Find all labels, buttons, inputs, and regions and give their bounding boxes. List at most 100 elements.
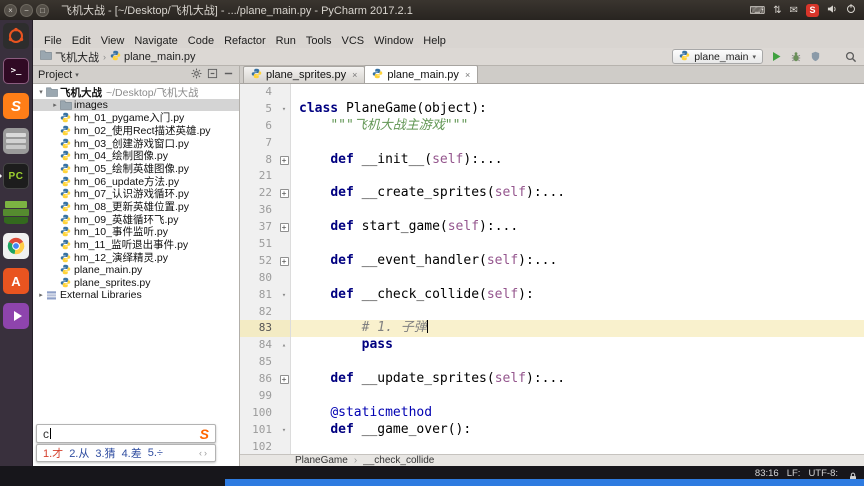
terminal-icon[interactable]: >_	[3, 58, 29, 84]
close-icon[interactable]: ×	[352, 70, 357, 80]
line-number[interactable]: 85	[240, 354, 278, 372]
maximize-button[interactable]: □	[36, 3, 49, 17]
tree-item[interactable]: plane_main.py	[33, 264, 239, 277]
fold-marker[interactable]: +	[278, 371, 291, 389]
tree-item[interactable]: plane_sprites.py	[33, 276, 239, 289]
line-number[interactable]: 80	[240, 269, 278, 287]
line-number[interactable]: 82	[240, 303, 278, 321]
code-line-86[interactable]: 86 + def __update_sprites(self):...	[240, 371, 864, 389]
menu-navigate[interactable]: Navigate	[129, 35, 182, 47]
ime-candidate[interactable]: 3.猜	[95, 445, 115, 461]
line-number[interactable]: 99	[240, 388, 278, 405]
menu-view[interactable]: View	[96, 35, 130, 47]
pycharm-icon[interactable]: PC	[0, 163, 29, 189]
line-number[interactable]: 83	[240, 320, 278, 338]
breadcrumb-method[interactable]: __check_collide	[363, 455, 434, 466]
updown-arrows-icon[interactable]: ⇅	[773, 5, 781, 16]
line-number[interactable]: 101	[240, 421, 278, 439]
ime-candidate[interactable]: 4.差	[122, 445, 142, 461]
code-line-99[interactable]: 99	[240, 388, 864, 405]
line-number[interactable]: 51	[240, 236, 278, 253]
line-number[interactable]: 81	[240, 286, 278, 304]
volume-icon[interactable]	[827, 4, 838, 17]
line-number[interactable]: 7	[240, 134, 278, 152]
dash-home-icon[interactable]	[3, 23, 29, 49]
line-number[interactable]: 6	[240, 117, 278, 135]
code-line-36[interactable]: 36	[240, 202, 864, 220]
collapse-all-icon[interactable]	[207, 68, 218, 82]
line-number[interactable]: 22	[240, 185, 278, 203]
fold-marker[interactable]: +	[278, 185, 291, 203]
sogou-pinyin-icon[interactable]: S	[3, 93, 29, 119]
fold-plus-icon[interactable]: +	[279, 189, 289, 199]
fold-marker[interactable]: ▴	[278, 337, 291, 355]
line-number[interactable]: 102	[240, 438, 278, 454]
code-line-80[interactable]: 80	[240, 269, 864, 287]
media-player-icon[interactable]	[3, 303, 29, 329]
line-number[interactable]: 100	[240, 404, 278, 422]
power-icon[interactable]	[846, 3, 856, 17]
fold-plus-icon[interactable]: +	[279, 256, 289, 266]
project-panel-title[interactable]: Project	[38, 69, 72, 81]
encoding[interactable]: UTF-8:	[808, 468, 838, 479]
line-number[interactable]: 8	[240, 151, 278, 169]
line-number[interactable]: 5	[240, 100, 278, 118]
tree-item[interactable]: ▸ External Libraries	[33, 289, 239, 302]
chevron-right-icon[interactable]: ▸	[50, 101, 60, 109]
close-button[interactable]: ×	[4, 3, 17, 17]
keyboard-icon[interactable]: ⌨	[749, 4, 765, 17]
code-line-85[interactable]: 85	[240, 354, 864, 372]
menu-file[interactable]: File	[39, 35, 67, 47]
code-line-100[interactable]: 100 @staticmethod	[240, 404, 864, 422]
code-line-101[interactable]: 101 ▾ def __game_over():	[240, 421, 864, 439]
ime-candidate[interactable]: 1.才	[43, 445, 63, 461]
code-line-6[interactable]: 6 """飞机大战主游戏"""	[240, 117, 864, 135]
menu-edit[interactable]: Edit	[67, 35, 96, 47]
menu-code[interactable]: Code	[183, 35, 219, 47]
code-line-81[interactable]: 81 ▾ def __check_collide(self):	[240, 286, 864, 304]
code-line-37[interactable]: 37 + def start_game(self):...	[240, 219, 864, 237]
coverage-button[interactable]	[810, 51, 821, 62]
navbar-item[interactable]: plane_main.py	[110, 50, 196, 64]
code-line-83[interactable]: 83 # 1. 子弹	[240, 320, 864, 338]
line-number[interactable]: 52	[240, 252, 278, 270]
line-number[interactable]: 4	[240, 84, 278, 101]
tab-plane_sprites.py[interactable]: plane_sprites.py ×	[243, 66, 366, 83]
debug-button[interactable]	[790, 51, 802, 63]
docs-icon[interactable]	[3, 198, 29, 224]
chevron-right-icon[interactable]: ▸	[36, 291, 46, 299]
ime-candidate[interactable]: 5.÷	[148, 447, 163, 459]
fold-plus-icon[interactable]: +	[279, 375, 289, 385]
code-area[interactable]: 4 5 ▾ class PlaneGame(object): 6 """飞机大战主游戏"…	[240, 84, 864, 454]
video-progress-bar[interactable]	[225, 479, 864, 486]
tab-plane_main.py[interactable]: plane_main.py ×	[364, 65, 479, 83]
menu-vcs[interactable]: VCS	[337, 35, 370, 47]
menu-refactor[interactable]: Refactor	[219, 35, 271, 47]
run-button[interactable]	[771, 51, 782, 62]
code-line-84[interactable]: 84 ▴ pass	[240, 337, 864, 355]
menu-tools[interactable]: Tools	[301, 35, 337, 47]
close-icon[interactable]: ×	[465, 70, 470, 80]
hide-icon[interactable]	[223, 68, 234, 82]
navbar-item[interactable]: 飞机大战	[40, 49, 99, 65]
chevron-down-icon[interactable]: ▾	[36, 88, 46, 96]
menu-help[interactable]: Help	[418, 35, 451, 47]
code-line-8[interactable]: 8 + def __init__(self):...	[240, 151, 864, 169]
fold-plus-icon[interactable]: +	[279, 155, 289, 165]
caret-position[interactable]: 83:16	[755, 468, 779, 479]
file-manager-icon[interactable]	[3, 128, 29, 154]
code-line-102[interactable]: 102	[240, 438, 864, 454]
code-line-82[interactable]: 82	[240, 303, 864, 321]
chrome-icon[interactable]	[3, 233, 29, 259]
fold-marker[interactable]: ▾	[278, 100, 291, 118]
fold-marker[interactable]: +	[278, 219, 291, 237]
fold-marker[interactable]: +	[278, 151, 291, 169]
tree-item[interactable]: ▾ 飞机大战 ~/Desktop/飞机大战	[33, 86, 239, 99]
mail-icon[interactable]: ✉	[790, 5, 798, 16]
code-line-4[interactable]: 4	[240, 84, 864, 101]
tree-item[interactable]: hm_12_演绎精灵.py	[33, 251, 239, 264]
code-line-5[interactable]: 5 ▾ class PlaneGame(object):	[240, 100, 864, 118]
minimize-button[interactable]: −	[20, 3, 33, 17]
search-everywhere-button[interactable]	[845, 51, 857, 63]
code-line-51[interactable]: 51	[240, 236, 864, 253]
